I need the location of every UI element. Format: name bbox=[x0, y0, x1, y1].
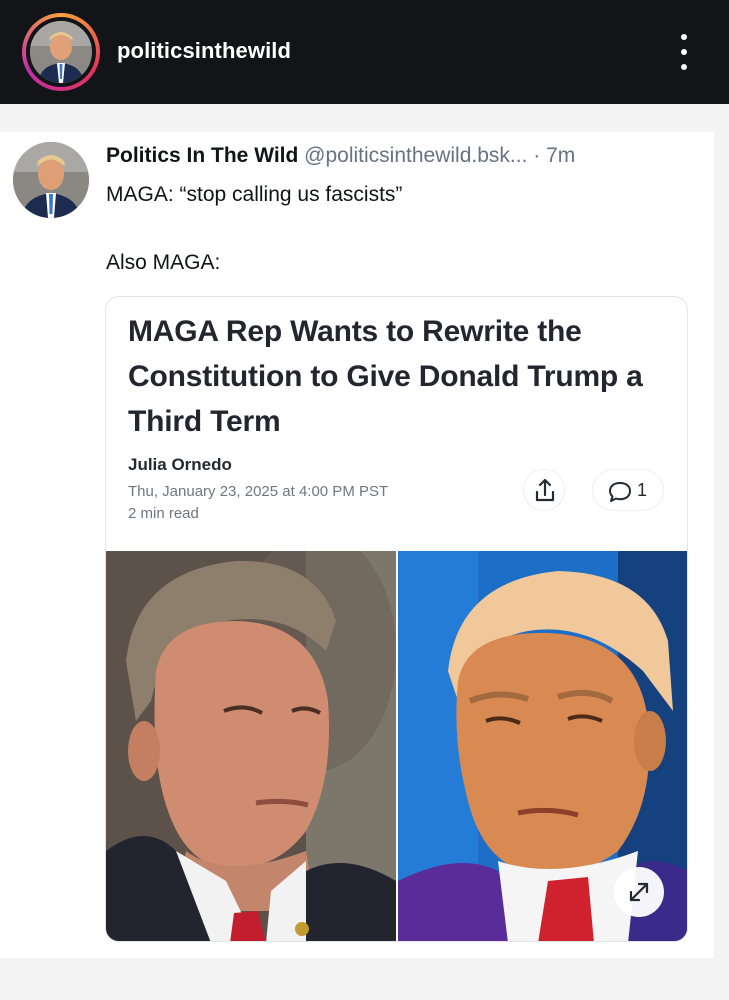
comment-bubble-icon bbox=[609, 482, 631, 502]
user-handle[interactable]: @politicsinthewild.bsk... bbox=[304, 144, 527, 167]
display-name[interactable]: Politics In The Wild bbox=[106, 144, 298, 167]
story-avatar-ring[interactable] bbox=[22, 13, 100, 91]
article-date: Thu, January 23, 2025 at 4:00 PM PST bbox=[128, 483, 389, 500]
article-photo-left bbox=[106, 551, 396, 941]
avatar[interactable] bbox=[13, 142, 89, 218]
post-text-line1: MAGA: “stop calling us fascists” bbox=[106, 183, 403, 206]
share-icon bbox=[535, 478, 555, 502]
avatar bbox=[30, 21, 92, 83]
article-author: Julia Ornedo bbox=[128, 455, 232, 474]
comment-count: 1 bbox=[637, 480, 648, 500]
article-title: MAGA Rep Wants to Rewrite the Constituti… bbox=[128, 315, 643, 438]
post-time: · 7m bbox=[533, 144, 576, 167]
embedded-article-card[interactable]: MAGA Rep Wants to Rewrite the Constituti… bbox=[105, 296, 688, 942]
avatar-image bbox=[30, 21, 92, 83]
post-header: Politics In The Wild @politicsinthewild.… bbox=[106, 144, 706, 174]
post-text-line2: Also MAGA: bbox=[106, 251, 221, 274]
story-username[interactable]: politicsinthewild bbox=[117, 38, 291, 64]
article-read-time: 2 min read bbox=[128, 505, 199, 522]
more-vertical-icon[interactable] bbox=[674, 34, 694, 70]
comment-button[interactable]: 1 bbox=[592, 469, 664, 511]
man-portrait-image bbox=[106, 551, 396, 941]
share-button[interactable] bbox=[523, 469, 565, 511]
post-card: Politics In The Wild @politicsinthewild.… bbox=[0, 132, 714, 958]
story-header: politicsinthewild bbox=[0, 0, 729, 104]
expand-button[interactable] bbox=[614, 867, 664, 917]
expand-icon bbox=[629, 882, 649, 902]
avatar-image bbox=[13, 142, 89, 218]
